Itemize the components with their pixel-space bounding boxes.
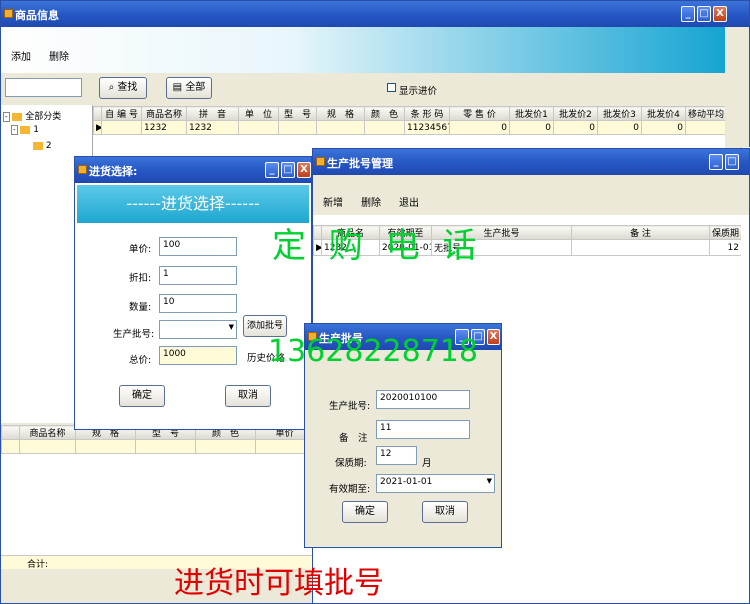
dialog-icon: [308, 332, 317, 341]
batch-manager-title-bar: 生产批号管理: [313, 149, 749, 175]
purchase-ok-button[interactable]: 确定: [119, 385, 165, 407]
batch-manager-title: 生产批号管理: [327, 157, 393, 170]
purchase-maximize-button[interactable]: □: [281, 162, 295, 178]
folder-icon: [20, 125, 31, 134]
table-row[interactable]: ▶12322020-01-01无批号12: [313, 239, 741, 256]
show-cost-checkbox[interactable]: [387, 83, 396, 92]
purchase-dialog: 进货选择: _ □ X ------进货选择------ 单价: 100 折扣:…: [74, 156, 312, 430]
month-unit-label: 月: [422, 458, 432, 469]
discount-label: 折扣:: [129, 273, 152, 284]
search-input[interactable]: [5, 78, 82, 97]
find-button[interactable]: ⌕ 查找: [99, 77, 147, 99]
expiry-date-picker[interactable]: 2021-01-01 ▼: [376, 474, 495, 493]
table-row[interactable]: [1, 439, 313, 454]
note-input[interactable]: 11: [376, 420, 470, 439]
batch-edit-title: 生产批号: [319, 332, 363, 345]
minimize-button[interactable]: _: [681, 6, 695, 22]
discount-input[interactable]: 1: [159, 266, 237, 285]
batch-manager-menu: 新增 删除 退出: [313, 175, 749, 215]
main-title: 商品信息: [15, 9, 59, 22]
batch-edit-maximize-button[interactable]: □: [471, 329, 485, 345]
chevron-down-icon: ▼: [228, 323, 234, 331]
show-cost-label: 显示进价: [399, 86, 438, 97]
table-row[interactable]: ▶12321232112345678900000: [93, 120, 725, 135]
batch-grid-header: 商品名 有效期至 生产批号备 注保质期: [313, 225, 741, 240]
add-menu[interactable]: 添加: [11, 48, 31, 63]
batch-edit-dialog: 生产批号 _ □ X 生产批号: 2020010100 备 注 11 保质期: …: [304, 323, 502, 548]
all-button[interactable]: ▤ 全部: [166, 77, 212, 99]
batch-select[interactable]: ▼: [159, 320, 237, 339]
delete-menu[interactable]: 删除: [49, 48, 69, 63]
shelf-life-label: 保质期:: [335, 458, 367, 469]
folder-icon: [33, 141, 43, 150]
quantity-input[interactable]: 10: [159, 294, 237, 313]
shelf-life-input[interactable]: 12: [376, 446, 417, 465]
dialog-icon: [78, 165, 87, 174]
purchase-close-button[interactable]: X: [297, 162, 311, 178]
add-batch-button[interactable]: 添加批号: [243, 315, 287, 337]
tree-grandchild[interactable]: 2: [33, 141, 52, 151]
total-label: 合计:: [27, 560, 49, 570]
app-icon: [4, 9, 13, 18]
expiry-label: 有效期至:: [329, 484, 371, 495]
total-price-label: 总价:: [129, 355, 152, 366]
search-bar: ⌕ 查找 ▤ 全部 显示进价: [1, 73, 725, 105]
batch-edit-close-button[interactable]: X: [487, 329, 500, 345]
main-title-bar: 商品信息: [1, 1, 749, 27]
batch-manager-minimize-button[interactable]: _: [709, 154, 723, 170]
tree-root[interactable]: - 全部分类: [3, 109, 61, 122]
delete-batch-menu[interactable]: 删除: [361, 194, 381, 209]
document-icon: ▤: [172, 82, 183, 93]
bottom-grid: 商品名称规 格型 号颜 色单价: [1, 425, 313, 565]
batch-caption: 进货时可填批号: [174, 566, 384, 601]
exit-menu[interactable]: 退出: [399, 194, 419, 209]
maximize-button[interactable]: □: [697, 6, 711, 22]
chevron-down-icon: ▼: [486, 477, 492, 485]
unit-price-input[interactable]: 100: [159, 237, 237, 256]
batch-edit-cancel-button[interactable]: 取消: [422, 501, 468, 523]
purchase-minimize-button[interactable]: _: [265, 162, 279, 178]
batch-edit-minimize-button[interactable]: _: [455, 329, 469, 345]
new-batch-menu[interactable]: 新增: [323, 194, 343, 209]
tree-child[interactable]: - 1: [11, 125, 39, 135]
total-price-field: 1000: [159, 346, 237, 365]
batch-edit-ok-button[interactable]: 确定: [342, 501, 388, 523]
close-button[interactable]: X: [713, 6, 727, 22]
batch-label: 生产批号:: [113, 329, 155, 340]
purchase-banner: ------进货选择------: [77, 185, 309, 223]
batch-number-input[interactable]: 2020010100: [376, 390, 470, 409]
magnifier-icon: ⌕: [108, 82, 115, 93]
history-price-label[interactable]: 历史价格: [247, 350, 285, 364]
purchase-cancel-button[interactable]: 取消: [225, 385, 271, 407]
batch-manager-maximize-button[interactable]: □: [725, 154, 739, 170]
grid-header-row: 自 编 号商品名称拼 音单 位型 号规 格颜 色条 形 码零 售 价批发价1 批发…: [93, 106, 725, 121]
main-menu-bar: 添加 删除: [1, 27, 725, 73]
purchase-title: 进货选择:: [89, 165, 138, 178]
batch-number-label: 生产批号:: [329, 401, 371, 412]
unit-price-label: 单价:: [129, 244, 152, 255]
quantity-label: 数量:: [129, 302, 152, 313]
note-label: 备 注: [339, 433, 368, 444]
folder-icon: [12, 112, 23, 121]
dialog-icon: [316, 157, 325, 166]
